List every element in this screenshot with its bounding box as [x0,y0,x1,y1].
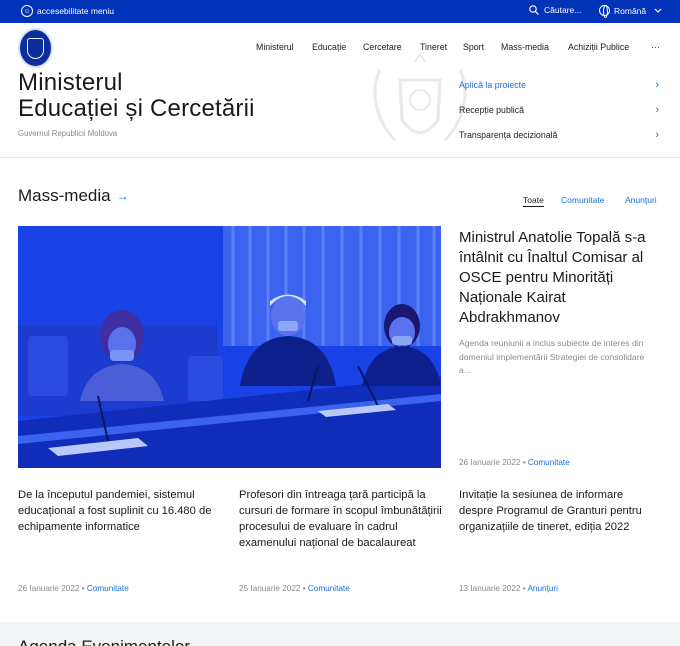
news-date: 26 Ianuarie 2022 [18,584,80,593]
search-icon [529,5,539,15]
quick-link-decision-transparency[interactable]: Transparența decizională › [459,129,659,141]
chevron-down-icon [654,8,662,13]
accessibility-icon: ☺ [21,5,33,17]
language-label: Română [614,5,647,16]
site-header: Ministerul Educație Cercetare Tineret Sp… [0,23,680,158]
mass-media-heading[interactable]: Mass-media → [18,186,129,206]
quick-link-label: Recepție publică [459,105,525,115]
accessibility-menu-button[interactable]: ☺ accesebilitate meniu [21,5,114,17]
news-category-link[interactable]: Comunitate [87,584,129,593]
main-navigation: Ministerul Educație Cercetare Tineret Sp… [0,42,680,56]
mass-media-title: Mass-media [18,186,111,205]
featured-news-title[interactable]: Ministrul Anatolie Topală s-a întâlnit c… [459,228,664,328]
news-date: 13 Ianuarie 2022 [459,584,521,593]
nav-item-educatie[interactable]: Educație [312,42,346,52]
news-card-title[interactable]: Invitație la sesiunea de informare despr… [459,487,659,535]
nav-item-achizitii-publice[interactable]: Achiziții Publice [568,42,629,52]
globe-icon [599,5,610,18]
nav-item-mass-media[interactable]: Mass-media [501,42,549,52]
chevron-right-icon: › [655,129,659,141]
news-card-meta: 26 Ianuarie 2022 • Comunitate [18,584,129,593]
news-card-title[interactable]: Profesori din întreaga țară participă la… [239,487,444,551]
arrow-right-icon: → [116,189,129,203]
news-card-title[interactable]: De la începutul pandemiei, sistemul educ… [18,487,223,535]
quick-link-label: Aplică la proiecte [459,80,526,90]
accessibility-label: accesebilitate meniu [37,6,115,16]
meeting-photo [18,226,441,468]
nav-more-button[interactable]: ··· [651,42,660,52]
news-card-meta: 13 Ianuarie 2022 • Anunțuri [459,584,558,593]
news-category-link[interactable]: Comunitate [308,584,350,593]
page-title-line-2: Educației și Cercetării [18,95,255,122]
events-heading[interactable]: Agenda Evenimentelor [18,637,190,646]
page-title-line-1: Ministerul [18,69,123,96]
nav-item-ministerul[interactable]: Ministerul [256,42,294,52]
quick-link-public-reception[interactable]: Recepție publică › [459,104,659,116]
search-label: Căutare... [544,5,582,15]
featured-news-description: Agenda reuniunii a inclus subiecte de in… [459,338,645,375]
featured-news-image[interactable] [18,226,441,468]
quick-link-label: Transparența decizională [459,130,558,140]
page-subtitle: Guvernul Republicii Moldova [18,129,118,138]
search-button[interactable]: Căutare... [529,5,581,15]
chevron-right-icon: › [655,79,659,91]
news-category-link[interactable]: Anunțuri [527,584,558,593]
tab-communiques[interactable]: Comunitate [561,195,604,205]
news-date: 25 Ianuarie 2022 [239,584,301,593]
tab-announcements[interactable]: Anunțuri [625,195,657,205]
top-bar: ☺ accesebilitate meniu Căutare... Română [0,0,680,23]
news-category-link[interactable]: Comunitate [528,458,570,467]
tab-all[interactable]: Toate [523,195,544,207]
news-card-meta: 25 Ianuarie 2022 • Comunitate [239,584,350,593]
page-title: Ministerul Educației și Cercetării [18,70,255,122]
language-selector[interactable]: Română [599,5,662,18]
chevron-right-icon: › [655,104,659,116]
featured-news-meta: 26 Ianuarie 2022 • Comunitate [459,458,570,467]
events-section: Agenda Evenimentelor [0,622,680,646]
news-date: 26 Ianuarie 2022 [459,458,521,467]
quick-link-apply-projects[interactable]: Aplică la proiecte › [459,79,659,91]
